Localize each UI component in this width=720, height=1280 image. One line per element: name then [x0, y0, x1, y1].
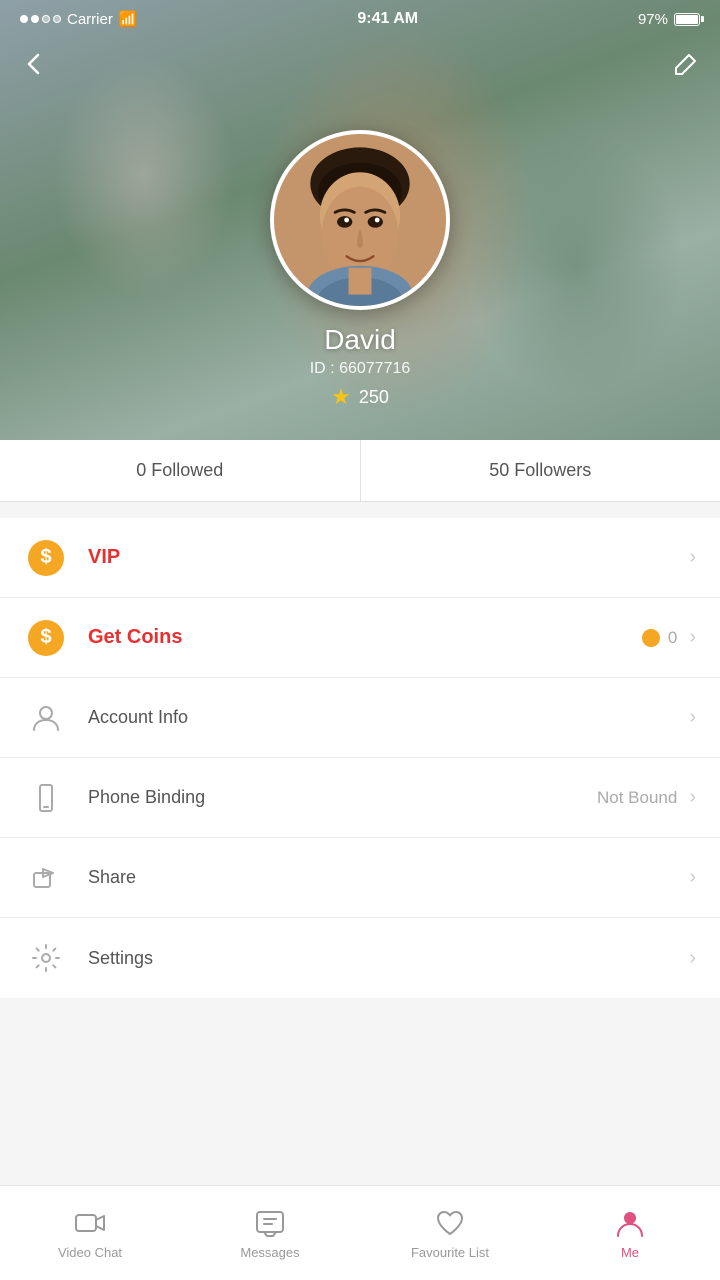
settings-label: Settings [88, 948, 685, 969]
share-icon [24, 856, 68, 900]
back-button[interactable] [20, 50, 48, 85]
phone-binding-menu-item[interactable]: Phone Binding Not Bound › [0, 758, 720, 838]
coin-badge-icon [642, 629, 660, 647]
profile-name: David [324, 324, 396, 356]
share-right: › [685, 866, 696, 889]
get-coins-menu-item[interactable]: $ Get Coins 0 › [0, 598, 720, 678]
profile-id: ID : 66077716 [310, 360, 411, 378]
bottom-nav: Video Chat Messages Favourite List Me [0, 1185, 720, 1280]
menu-list: $ VIP › $ Get Coins 0 › Account Info › [0, 518, 720, 998]
vip-icon: $ [24, 536, 68, 580]
status-left: Carrier 📶 [20, 10, 138, 28]
account-chevron: › [689, 706, 696, 729]
settings-right: › [685, 947, 696, 970]
nav-me-label: Me [621, 1245, 639, 1260]
profile-stars: ★ 250 [331, 384, 389, 410]
star-count: 250 [359, 387, 389, 408]
settings-chevron: › [689, 947, 696, 970]
coins-right: 0 › [642, 626, 696, 649]
account-icon [24, 696, 68, 740]
vip-chevron: › [689, 546, 696, 569]
share-label: Share [88, 867, 685, 888]
account-info-menu-item[interactable]: Account Info › [0, 678, 720, 758]
phone-chevron: › [689, 786, 696, 809]
battery-percent: 97% [638, 11, 668, 28]
account-info-label: Account Info [88, 707, 685, 728]
status-bar: Carrier 📶 9:41 AM 97% [0, 0, 720, 34]
time-label: 9:41 AM [357, 10, 418, 28]
battery-icon [674, 13, 700, 26]
vip-right: › [685, 546, 696, 569]
status-right: 97% [638, 11, 700, 28]
nav-favourite-list[interactable]: Favourite List [360, 1186, 540, 1280]
nav-messages[interactable]: Messages [180, 1186, 360, 1280]
phone-icon [24, 776, 68, 820]
not-bound-text: Not Bound [597, 788, 677, 808]
star-icon: ★ [331, 384, 351, 410]
edit-button[interactable] [674, 52, 698, 82]
phone-binding-label: Phone Binding [88, 787, 597, 808]
nav-me[interactable]: Me [540, 1186, 720, 1280]
share-chevron: › [689, 866, 696, 889]
followers-stat[interactable]: 50 Followers [361, 440, 720, 501]
signal-icon [20, 15, 61, 23]
carrier-label: Carrier [67, 11, 113, 28]
share-menu-item[interactable]: Share › [0, 838, 720, 918]
get-coins-label: Get Coins [88, 626, 642, 649]
coins-icon: $ [24, 616, 68, 660]
followed-stat[interactable]: 0 Followed [0, 440, 361, 501]
account-info-right: › [685, 706, 696, 729]
phone-binding-right: Not Bound › [597, 786, 696, 809]
nav-video-chat[interactable]: Video Chat [0, 1186, 180, 1280]
stats-row: 0 Followed 50 Followers [0, 440, 720, 502]
coins-count: 0 [668, 628, 677, 648]
vip-menu-item[interactable]: $ VIP › [0, 518, 720, 598]
profile-header: David ID : 66077716 ★ 250 [0, 0, 720, 440]
vip-label: VIP [88, 546, 685, 569]
nav-favourite-label: Favourite List [411, 1245, 489, 1260]
settings-menu-item[interactable]: Settings › [0, 918, 720, 998]
wifi-icon: 📶 [119, 10, 138, 28]
avatar[interactable] [270, 130, 450, 310]
nav-messages-label: Messages [240, 1245, 299, 1260]
profile-content: David ID : 66077716 ★ 250 [0, 130, 720, 410]
nav-video-chat-label: Video Chat [58, 1245, 122, 1260]
coins-chevron: › [689, 626, 696, 649]
settings-icon [24, 936, 68, 980]
